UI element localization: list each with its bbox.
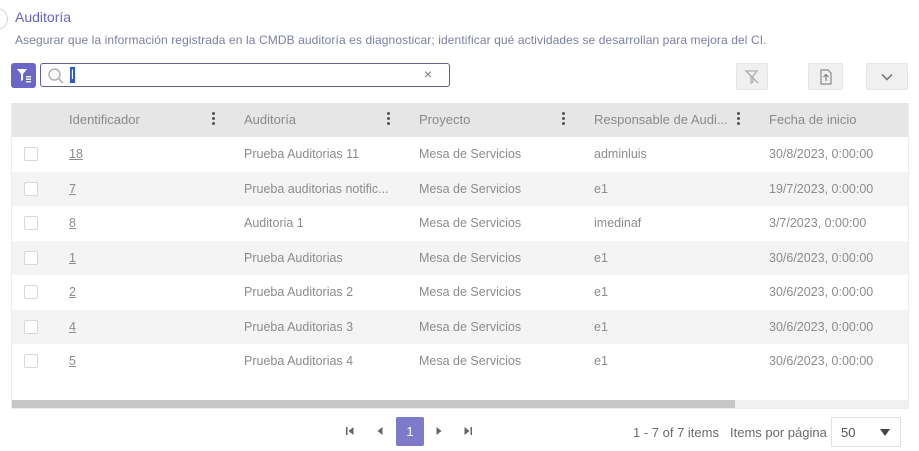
- scrollbar-thumb[interactable]: [12, 400, 735, 408]
- column-header-proyecto[interactable]: Proyecto: [419, 103, 470, 137]
- page-size-select[interactable]: 50: [831, 417, 901, 447]
- row-auditoria: Prueba auditorias notific...: [244, 181, 389, 196]
- pager-info: 1 - 7 of 7 items: [633, 425, 719, 440]
- column-menu-icon[interactable]: [210, 112, 216, 128]
- clear-filter-icon: [744, 69, 759, 84]
- export-button[interactable]: [808, 63, 843, 90]
- clear-filters-button[interactable]: [736, 63, 768, 90]
- previous-page-icon: [377, 427, 383, 435]
- row-responsable: adminluis: [594, 147, 647, 161]
- table-row[interactable]: 5 Prueba Auditorias 4 Mesa de Servicios …: [12, 344, 908, 379]
- column-header-responsable[interactable]: Responsable de Audi...: [594, 103, 728, 137]
- row-checkbox[interactable]: [24, 147, 38, 161]
- more-options-button[interactable]: [866, 63, 908, 90]
- row-checkbox[interactable]: [24, 181, 38, 196]
- row-fecha-inicio: 3/7/2023, 0:00:00: [769, 216, 867, 230]
- row-responsable: e1: [594, 250, 608, 265]
- row-responsable: e1: [594, 319, 608, 334]
- row-auditoria: Prueba Auditorias: [244, 250, 343, 265]
- row-fecha-inicio: 30/8/2023, 0:00:00: [769, 147, 874, 161]
- row-responsable: e1: [594, 181, 608, 196]
- row-id-link[interactable]: 7: [69, 172, 219, 206]
- row-checkbox[interactable]: [24, 216, 38, 230]
- collapse-handle[interactable]: [0, 8, 8, 30]
- last-page-icon: [464, 427, 472, 435]
- audit-table: Identificador Auditoría Proyecto Respons…: [11, 103, 909, 409]
- row-auditoria: Prueba Auditorias 11: [244, 147, 360, 161]
- table-row[interactable]: 7 Prueba auditorias notific... Mesa de S…: [12, 171, 908, 206]
- page-title: Auditoría: [15, 9, 72, 25]
- row-checkbox[interactable]: [24, 354, 38, 368]
- row-proyecto: Mesa de Servicios: [419, 354, 522, 368]
- chevron-down-icon: [881, 73, 893, 81]
- caret-down-icon: [880, 429, 890, 436]
- row-responsable: imedinaf: [594, 216, 642, 230]
- search-icon: [48, 68, 64, 84]
- page-size-value: 50: [841, 425, 856, 440]
- next-page-button[interactable]: [432, 424, 446, 438]
- row-id-link[interactable]: 2: [69, 275, 219, 309]
- row-fecha-inicio: 30/6/2023, 0:00:00: [769, 285, 874, 299]
- filter-list-icon: [16, 69, 31, 83]
- row-auditoria: Auditoria 1: [244, 216, 304, 230]
- column-header-auditoria[interactable]: Auditoría: [244, 103, 296, 137]
- row-proyecto: Mesa de Servicios: [419, 285, 522, 299]
- table-row[interactable]: 1 Prueba Auditorias Mesa de Servicios e1…: [12, 240, 908, 275]
- column-menu-icon[interactable]: [385, 112, 391, 128]
- current-page-button[interactable]: 1: [396, 417, 424, 446]
- export-icon: [819, 68, 832, 85]
- row-proyecto: Mesa de Servicios: [419, 216, 522, 230]
- horizontal-scrollbar[interactable]: [12, 400, 908, 408]
- table-header: Identificador Auditoría Proyecto Respons…: [12, 103, 908, 137]
- row-auditoria: Prueba Auditorias 4: [244, 354, 354, 368]
- row-auditoria: Prueba Auditorias 3: [244, 319, 354, 334]
- row-auditoria: Prueba Auditorias 2: [244, 285, 354, 299]
- row-id-link[interactable]: 4: [69, 310, 219, 344]
- filter-toggle-button[interactable]: [11, 63, 36, 88]
- search-input[interactable]: l ×: [40, 63, 450, 87]
- row-proyecto: Mesa de Servicios: [419, 181, 522, 196]
- next-page-icon: [436, 427, 442, 435]
- row-id-link[interactable]: 18: [69, 137, 219, 171]
- page-description: Asegurar que la información registrada e…: [15, 33, 767, 47]
- row-proyecto: Mesa de Servicios: [419, 250, 522, 265]
- row-fecha-inicio: 30/6/2023, 0:00:00: [769, 250, 874, 265]
- first-page-icon: [346, 427, 354, 435]
- table-row[interactable]: 2 Prueba Auditorias 2 Mesa de Servicios …: [12, 275, 908, 310]
- column-menu-icon[interactable]: [735, 112, 741, 128]
- last-page-button[interactable]: [461, 424, 475, 438]
- row-id-link[interactable]: 1: [69, 241, 219, 275]
- table-row[interactable]: 4 Prueba Auditorias 3 Mesa de Servicios …: [12, 309, 908, 344]
- row-proyecto: Mesa de Servicios: [419, 147, 522, 161]
- row-checkbox[interactable]: [24, 250, 38, 265]
- row-checkbox[interactable]: [24, 319, 38, 334]
- table-row[interactable]: 8 Auditoria 1 Mesa de Servicios imedinaf…: [12, 206, 908, 241]
- row-responsable: e1: [594, 354, 608, 368]
- row-checkbox[interactable]: [24, 285, 38, 299]
- row-fecha-inicio: 30/6/2023, 0:00:00: [769, 354, 874, 368]
- table-row[interactable]: 18 Prueba Auditorias 11 Mesa de Servicio…: [12, 137, 908, 172]
- clear-search-icon[interactable]: ×: [424, 66, 432, 82]
- column-header-identificador[interactable]: Identificador: [69, 103, 140, 137]
- row-id-link[interactable]: 8: [69, 206, 219, 240]
- first-page-button[interactable]: [343, 424, 357, 438]
- row-proyecto: Mesa de Servicios: [419, 319, 522, 334]
- column-header-fecha-inicio[interactable]: Fecha de inicio: [769, 103, 856, 137]
- row-fecha-inicio: 19/7/2023, 0:00:00: [769, 181, 874, 196]
- search-value[interactable]: l: [70, 67, 75, 83]
- previous-page-button[interactable]: [373, 424, 387, 438]
- row-id-link[interactable]: 5: [69, 344, 219, 378]
- row-responsable: e1: [594, 285, 608, 299]
- row-fecha-inicio: 30/6/2023, 0:00:00: [769, 319, 874, 334]
- column-menu-icon[interactable]: [560, 112, 566, 128]
- page-size-label: Items por página: [730, 425, 827, 440]
